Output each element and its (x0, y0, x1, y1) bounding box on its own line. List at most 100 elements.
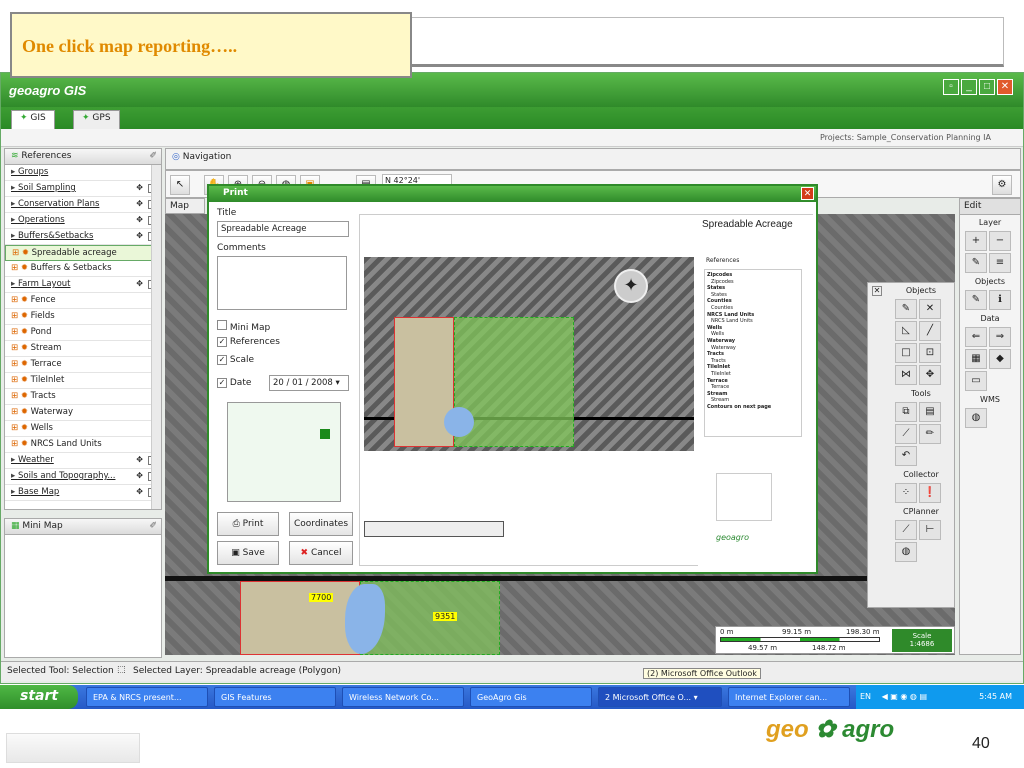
title-input[interactable]: Spreadable Acreage (217, 221, 349, 237)
import-icon[interactable]: ⇐ (965, 327, 987, 347)
info-icon[interactable]: ❗ (919, 483, 941, 503)
reference-item[interactable]: ▸ Soils and Topography... ✥ (5, 469, 161, 485)
date-picker[interactable]: 20 / 01 / 2008 ▾ (269, 375, 349, 391)
move-icon[interactable]: ✥ (136, 215, 143, 224)
polygon-icon[interactable]: ◺ (895, 321, 917, 341)
maximize-icon[interactable]: □ (979, 79, 995, 95)
select-tool-icon[interactable]: ↖ (170, 175, 190, 195)
reference-item[interactable]: ⊞ ✹ TileInlet (5, 373, 161, 389)
reference-item[interactable]: ▸ Groups (5, 165, 161, 181)
reference-item[interactable]: ⊞ ✹ Waterway (5, 405, 161, 421)
layer-icon[interactable]: ⊞ ✹ (11, 423, 31, 433)
move-icon[interactable]: ✥ (136, 199, 143, 208)
task-item[interactable]: GIS Features (214, 687, 336, 707)
layer-icon[interactable]: ⊞ ✹ (11, 439, 31, 449)
start-button[interactable]: start (0, 685, 78, 709)
reference-item[interactable]: ⊞ ✹ Fields (5, 309, 161, 325)
split-icon[interactable]: ⊡ (919, 343, 941, 363)
task-item[interactable]: Internet Explorer can... (728, 687, 850, 707)
branch-icon[interactable]: ⊢ (919, 520, 941, 540)
table-icon[interactable]: ▦ (965, 349, 987, 369)
map-tab[interactable]: Map (165, 198, 205, 214)
add-layer-icon[interactable]: + (965, 231, 987, 251)
close-icon[interactable]: ✕ (801, 187, 814, 200)
move-icon[interactable]: ✥ (136, 279, 143, 288)
layer-edit-icon[interactable]: ✎ (965, 253, 987, 273)
reference-item[interactable]: ⊞ ✹ NRCS Land Units (5, 437, 161, 453)
layer-icon[interactable]: ⊞ ✹ (11, 295, 31, 305)
coordinates-button[interactable]: Coordinates (289, 512, 353, 536)
close-icon[interactable]: ✕ (872, 286, 882, 296)
layer-icon[interactable]: ⊞ ✹ (11, 311, 31, 321)
tray-icons[interactable]: ◀ ▣ ◉ ◍ ▤ (882, 692, 927, 701)
task-item[interactable]: 2 Microsoft Office O... ▾ (598, 687, 722, 707)
reference-item[interactable]: ▸ Weather ✥ (5, 453, 161, 469)
reference-item[interactable]: ⊞ ✹ Fence (5, 293, 161, 309)
references-option[interactable]: ✓ References (217, 337, 280, 347)
reference-item[interactable]: ▸ Farm Layout ✥ (5, 277, 161, 293)
square-icon[interactable]: □ (895, 343, 917, 363)
scale-option[interactable]: ✓ Scale (217, 355, 254, 365)
move-icon[interactable]: ✥ (136, 471, 143, 480)
expand-icon[interactable]: ▸ (11, 183, 18, 193)
export-icon[interactable]: ⇒ (989, 327, 1011, 347)
layer-icon[interactable]: ⊞ ✹ (11, 343, 31, 353)
pencil-icon[interactable]: ✏ (919, 424, 941, 444)
expand-icon[interactable]: ▸ (11, 231, 18, 241)
layer-icon[interactable]: ⊞ ✹ (11, 391, 31, 401)
merge-icon[interactable]: ⋈ (895, 365, 917, 385)
ruler-icon[interactable]: ⟋ (895, 424, 917, 444)
references-scrollbar[interactable] (151, 165, 161, 509)
expand-icon[interactable]: ▸ (11, 471, 18, 481)
draw-icon[interactable]: ✎ (895, 299, 917, 319)
cancel-button[interactable]: ✖ Cancel (289, 541, 353, 565)
reference-item[interactable]: ▸ Operations ✥ (5, 213, 161, 229)
tool-icon[interactable]: ⟋ (895, 520, 917, 540)
data-icon[interactable]: ◆ (989, 349, 1011, 369)
reference-item[interactable]: ▸ Conservation Plans ✥ (5, 197, 161, 213)
save-button[interactable]: ▣ Save (217, 541, 279, 565)
mini-map-option[interactable]: Mini Map (217, 320, 270, 333)
reference-item[interactable]: ▸ Base Map ✥ (5, 485, 161, 501)
remove-layer-icon[interactable]: − (989, 231, 1011, 251)
task-item[interactable]: GeoAgro Gis (470, 687, 592, 707)
reference-item[interactable]: ⊞ ✹ Buffers & Setbacks (5, 261, 161, 277)
copy-icon[interactable]: ⧉ (895, 402, 917, 422)
reference-item[interactable]: ⊞ ✹ Tracts (5, 389, 161, 405)
expand-icon[interactable]: ▸ (11, 455, 18, 465)
expand-icon[interactable]: ▸ (11, 167, 18, 177)
minimize-icon[interactable]: _ (961, 79, 977, 95)
reference-item[interactable]: ⊞ ✹ Spreadable acreage (5, 245, 161, 261)
reference-item[interactable]: ⊞ ✹ Wells (5, 421, 161, 437)
expand-icon[interactable]: ▸ (11, 215, 18, 225)
layer-icon[interactable]: ⊞ ✹ (11, 359, 31, 369)
scale-checkbox[interactable]: ✓ (217, 355, 227, 365)
wms-icon[interactable]: ◍ (965, 408, 987, 428)
reference-item[interactable]: ⊞ ✹ Pond (5, 325, 161, 341)
expand-icon[interactable]: ▸ (11, 199, 18, 209)
object-info-icon[interactable]: ℹ (989, 290, 1011, 310)
settings-icon[interactable]: ⚙ (992, 175, 1012, 195)
move-icon[interactable]: ✥ (136, 455, 143, 464)
pin-icon[interactable]: ✐ (149, 151, 157, 161)
close-icon[interactable]: ✕ (997, 79, 1013, 95)
print-button[interactable]: ⎙ Print (217, 512, 279, 536)
paste-icon[interactable]: ▤ (919, 402, 941, 422)
date-option[interactable]: ✓ Date (217, 378, 251, 388)
save-icon[interactable]: ▭ (965, 371, 987, 391)
layer-icon[interactable]: ⊞ ✹ (12, 248, 32, 258)
move-icon[interactable]: ✥ (136, 183, 143, 192)
reference-item[interactable]: ▸ Soil Sampling ✥ (5, 181, 161, 197)
expand-icon[interactable]: ▸ (11, 487, 18, 497)
globe-icon[interactable]: ◍ (895, 542, 917, 562)
line-icon[interactable]: ╱ (919, 321, 941, 341)
date-checkbox[interactable]: ✓ (217, 378, 227, 388)
layer-icon[interactable]: ⊞ ✹ (11, 407, 31, 417)
task-item[interactable]: EPA & NRCS present... (86, 687, 208, 707)
points-icon[interactable]: ⁘ (895, 483, 917, 503)
tab-gps[interactable]: ✦ GPS (73, 110, 120, 129)
reference-item[interactable]: ⊞ ✹ Stream (5, 341, 161, 357)
tab-gis[interactable]: ✦ GIS (11, 110, 55, 129)
comments-input[interactable] (217, 256, 347, 310)
move-icon[interactable]: ✥ (136, 231, 143, 240)
